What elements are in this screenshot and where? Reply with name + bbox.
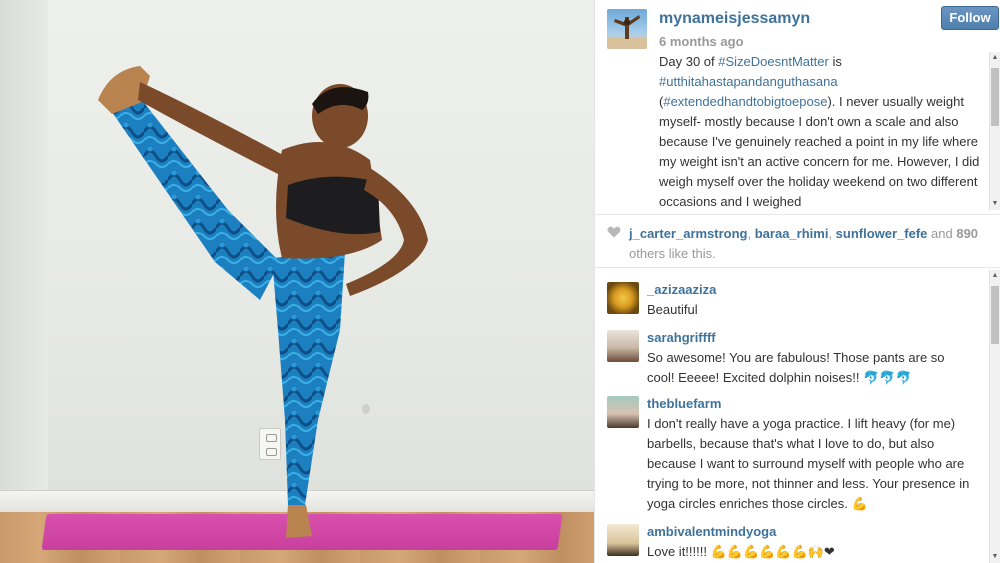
- comments-list: _azizaaziza Beautiful sarahgriffff So aw…: [595, 270, 1000, 563]
- likes-others-text: others like this.: [629, 246, 716, 261]
- scroll-up-arrow-icon[interactable]: ▲: [990, 52, 1000, 64]
- scroll-up-arrow-icon[interactable]: ▲: [990, 270, 1000, 282]
- likes-and-text: and: [927, 226, 957, 241]
- hashtag-link[interactable]: #utthitahastapandanguthasana: [659, 74, 838, 89]
- yoga-figure: [98, 66, 428, 538]
- liker-link[interactable]: j_carter_armstrong: [629, 226, 748, 241]
- likes-text: j_carter_armstrong, baraa_rhimi, sunflow…: [629, 224, 994, 264]
- caption-text: Day 30 of: [659, 54, 719, 69]
- comment-text: Love it!!!!!! 💪💪💪💪💪💪🙌❤: [647, 544, 835, 559]
- caption-scrollbar[interactable]: ▲ ▼: [989, 52, 1000, 210]
- commenter-avatar[interactable]: [607, 282, 639, 314]
- caption-text: ). I never usually weight myself- mostly…: [659, 94, 980, 209]
- heart-icon[interactable]: [607, 225, 621, 239]
- post-photo[interactable]: [0, 0, 594, 563]
- comment-text: Beautiful: [647, 302, 698, 317]
- hashtag-link[interactable]: #SizeDoesntMatter: [718, 54, 829, 69]
- likes-separator: ,: [747, 226, 755, 241]
- post-caption: Day 30 of #SizeDoesntMatter is #utthitah…: [659, 52, 985, 210]
- commenter-username[interactable]: ambivalentmindyoga: [647, 524, 776, 539]
- commenter-avatar[interactable]: [607, 524, 639, 556]
- comment-text: I don't really have a yoga practice. I l…: [647, 416, 970, 511]
- liker-link[interactable]: baraa_rhimi: [755, 226, 829, 241]
- follow-button[interactable]: Follow: [941, 6, 999, 30]
- post-timestamp[interactable]: 6 months ago: [659, 34, 744, 49]
- commenter-username[interactable]: sarahgriffff: [647, 330, 716, 345]
- author-username[interactable]: mynameisjessamyn: [659, 10, 810, 28]
- post-side-panel: mynameisjessamyn 6 months ago Follow Day…: [594, 0, 1000, 563]
- likes-summary: j_carter_armstrong, baraa_rhimi, sunflow…: [595, 214, 1000, 268]
- liker-link[interactable]: sunflower_fefe: [836, 226, 928, 241]
- comments-scrollbar[interactable]: ▲ ▼: [989, 270, 1000, 563]
- commenter-username[interactable]: thebluefarm: [647, 396, 721, 411]
- author-avatar[interactable]: [607, 9, 647, 49]
- caption-text: is: [828, 54, 842, 69]
- scroll-thumb[interactable]: [991, 68, 999, 126]
- commenter-avatar[interactable]: [607, 396, 639, 428]
- likes-count[interactable]: 890: [956, 226, 978, 241]
- comment-text: So awesome! You are fabulous! Those pant…: [647, 350, 945, 385]
- likes-separator: ,: [828, 226, 836, 241]
- post-header: mynameisjessamyn 6 months ago Follow Day…: [595, 0, 1000, 212]
- scroll-down-arrow-icon[interactable]: ▼: [990, 198, 1000, 210]
- commenter-username[interactable]: _azizaaziza: [647, 282, 716, 297]
- commenter-avatar[interactable]: [607, 330, 639, 362]
- hashtag-link[interactable]: #extendedhandtobigtoepose: [663, 94, 827, 109]
- scroll-thumb[interactable]: [991, 286, 999, 344]
- scroll-down-arrow-icon[interactable]: ▼: [990, 551, 1000, 563]
